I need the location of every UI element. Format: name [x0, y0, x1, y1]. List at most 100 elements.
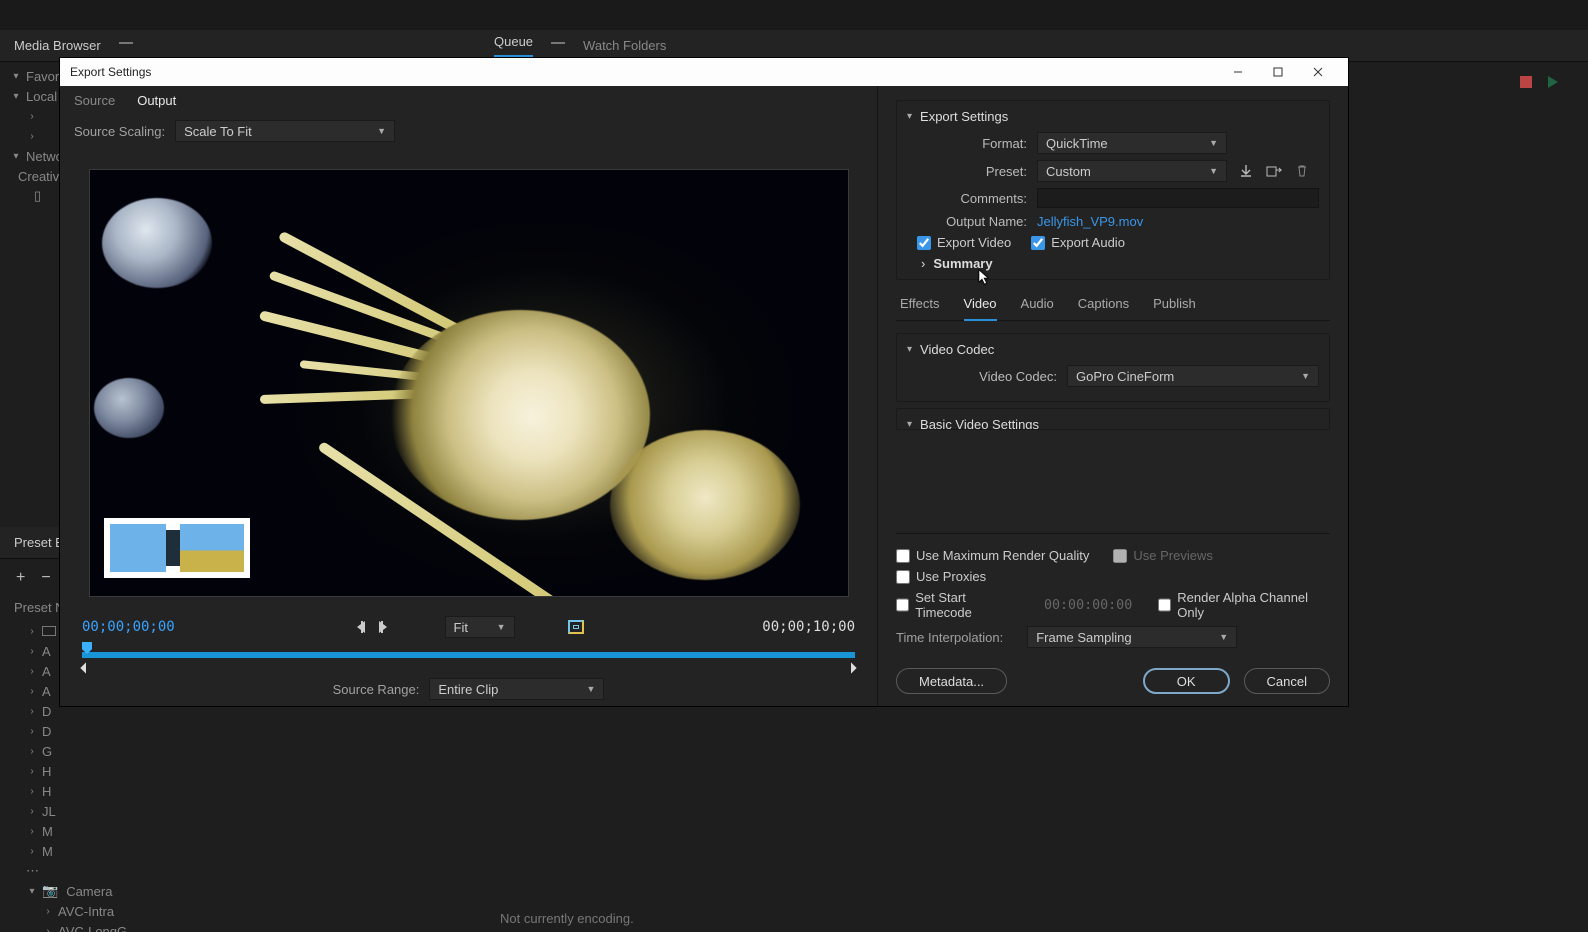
max-render-quality-checkbox[interactable]: Use Maximum Render Quality [896, 548, 1089, 563]
save-preset-icon[interactable] [1237, 162, 1255, 180]
tree-item[interactable]: H [42, 784, 51, 799]
metadata-button[interactable]: Metadata... [896, 668, 1007, 694]
video-preview[interactable] [89, 169, 849, 597]
cancel-button[interactable]: Cancel [1244, 668, 1330, 694]
output-tab[interactable]: Output [137, 93, 176, 114]
stop-queue-icon[interactable] [1520, 76, 1532, 88]
twirl-icon[interactable]: › [921, 256, 925, 271]
close-button[interactable] [1298, 58, 1338, 86]
start-queue-icon[interactable] [1548, 76, 1558, 88]
tree-item[interactable]: G [42, 744, 52, 759]
import-preset-icon[interactable] [1265, 162, 1283, 180]
tree-item[interactable]: D [42, 704, 51, 719]
twirl-icon[interactable]: ▾ [907, 419, 912, 430]
preset-value: Custom [1046, 164, 1091, 179]
preview-thumbnail [104, 518, 250, 578]
tab-captions[interactable]: Captions [1078, 296, 1129, 320]
format-dropdown[interactable]: QuickTime▼ [1037, 132, 1227, 154]
tab-video[interactable]: Video [964, 296, 997, 321]
watch-folders-tab[interactable]: Watch Folders [583, 38, 666, 53]
preset-dropdown[interactable]: Custom▼ [1037, 160, 1227, 182]
duration-timecode: 00;00;10;00 [762, 619, 855, 635]
video-codec-value: GoPro CineForm [1076, 369, 1174, 384]
source-scaling-value: Scale To Fit [184, 124, 252, 139]
tree-item[interactable]: JL [42, 804, 56, 819]
source-scaling-dropdown[interactable]: Scale To Fit ▼ [175, 120, 395, 142]
output-name-link[interactable]: Jellyfish_VP9.mov [1037, 214, 1143, 229]
preview-pane: Source Output Source Scaling: Scale To F… [60, 86, 878, 706]
zoom-dropdown[interactable]: Fit▼ [445, 616, 515, 638]
zoom-value: Fit [454, 620, 468, 635]
preset-label: Preset: [907, 164, 1027, 179]
video-codec-dropdown[interactable]: GoPro CineForm▼ [1067, 365, 1319, 387]
tree-item[interactable]: Netwo [26, 149, 63, 164]
twirl-icon[interactable]: ▾ [907, 111, 912, 122]
dialog-titlebar[interactable]: Export Settings [60, 58, 1348, 86]
tree-item[interactable]: AVC-LongG [58, 924, 127, 932]
use-proxies-checkbox[interactable]: Use Proxies [896, 569, 986, 584]
app-topbar [0, 0, 1588, 30]
video-codec-heading: Video Codec [920, 342, 994, 357]
tree-item[interactable]: Creativ [18, 169, 59, 184]
panel-menu-icon[interactable] [551, 39, 565, 53]
tree-item[interactable]: AVC-Intra [58, 904, 114, 919]
time-interpolation-value: Frame Sampling [1036, 630, 1131, 645]
tab-audio[interactable]: Audio [1021, 296, 1054, 320]
use-previews-checkbox: Use Previews [1113, 548, 1212, 563]
remove-preset-icon[interactable]: − [41, 569, 50, 587]
timeline[interactable] [60, 644, 877, 672]
render-options: Use Maximum Render Quality Use Previews … [896, 533, 1330, 694]
tree-item-camera[interactable]: Camera [66, 884, 112, 899]
twirl-icon[interactable]: ▾ [907, 344, 912, 355]
dialog-title: Export Settings [70, 65, 1218, 79]
tree-item[interactable]: A [42, 644, 51, 659]
tab-effects[interactable]: Effects [900, 296, 940, 320]
delete-preset-icon[interactable] [1293, 162, 1311, 180]
step-forward-button[interactable] [379, 621, 391, 633]
queue-tab[interactable]: Queue [494, 34, 533, 57]
tree-item[interactable]: A [42, 664, 51, 679]
media-browser-tab[interactable]: Media Browser [14, 38, 101, 53]
settings-pane: ▾ Export Settings Format: QuickTime▼ Pres… [878, 86, 1348, 706]
comments-label: Comments: [907, 191, 1027, 206]
format-value: QuickTime [1046, 136, 1108, 151]
source-range-dropdown[interactable]: Entire Clip▼ [429, 678, 604, 700]
basic-video-heading: Basic Video Settings [920, 417, 1039, 430]
time-interpolation-dropdown[interactable]: Frame Sampling▼ [1027, 626, 1237, 648]
comments-input[interactable] [1037, 188, 1319, 208]
basic-video-section: ▾ Basic Video Settings [896, 408, 1330, 430]
panel-menu-icon[interactable] [119, 39, 133, 53]
export-settings-dialog: Export Settings Source Output Source Sca… [60, 58, 1348, 706]
settings-tabs: Effects Video Audio Captions Publish [896, 286, 1330, 321]
tree-item[interactable]: D [42, 724, 51, 739]
export-audio-checkbox[interactable]: Export Audio [1031, 235, 1125, 250]
encoding-status: Not currently encoding. [480, 905, 1588, 932]
maximize-button[interactable] [1258, 58, 1298, 86]
tree-item[interactable]: H [42, 764, 51, 779]
ok-button[interactable]: OK [1143, 668, 1230, 694]
video-codec-label: Video Codec: [907, 369, 1057, 384]
export-settings-heading: Export Settings [920, 109, 1008, 124]
time-interpolation-label: Time Interpolation: [896, 630, 1003, 645]
minimize-button[interactable] [1218, 58, 1258, 86]
mouse-cursor [978, 269, 990, 287]
video-codec-section: ▾ Video Codec Video Codec: GoPro CineForm… [896, 333, 1330, 402]
start-timecode-input[interactable] [1044, 598, 1134, 613]
source-scaling-label: Source Scaling: [74, 124, 165, 139]
source-range-value: Entire Clip [438, 682, 498, 697]
render-alpha-checkbox[interactable]: Render Alpha Channel Only [1158, 590, 1330, 620]
safe-margins-icon[interactable] [568, 620, 584, 634]
output-name-label: Output Name: [907, 214, 1027, 229]
tree-item[interactable]: A [42, 684, 51, 699]
source-tab[interactable]: Source [74, 93, 115, 114]
export-settings-section: ▾ Export Settings Format: QuickTime▼ Pres… [896, 100, 1330, 280]
tree-item[interactable]: M [42, 844, 53, 859]
tab-publish[interactable]: Publish [1153, 296, 1196, 320]
set-start-timecode-checkbox[interactable]: Set Start Timecode [896, 590, 1020, 620]
add-preset-icon[interactable]: + [16, 569, 25, 587]
tree-item[interactable]: M [42, 824, 53, 839]
step-back-button[interactable] [353, 621, 365, 633]
format-label: Format: [907, 136, 1027, 151]
export-video-checkbox[interactable]: Export Video [917, 235, 1011, 250]
current-timecode[interactable]: 00;00;00;00 [82, 619, 175, 635]
